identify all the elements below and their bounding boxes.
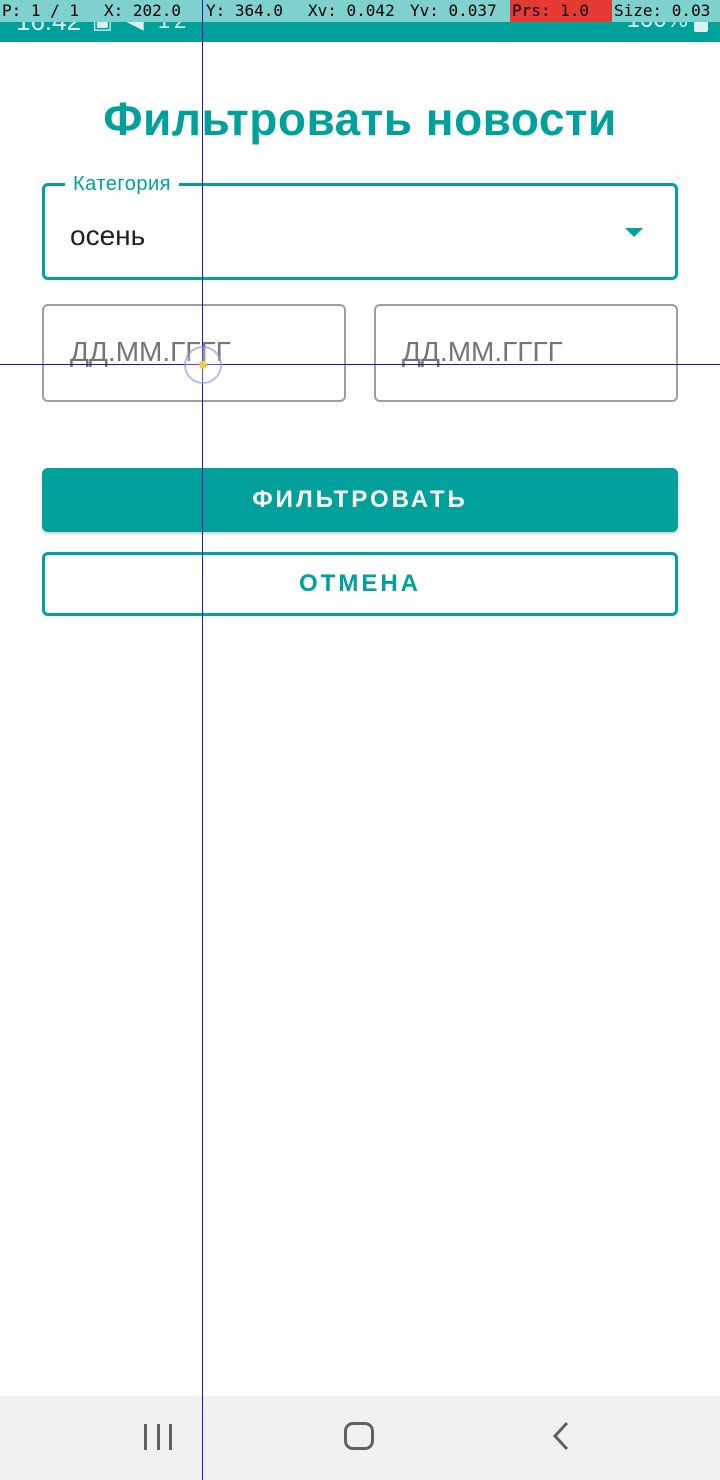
cancel-button[interactable]: ОТМЕНА bbox=[42, 552, 678, 616]
pointer-yv: Yv: 0.037 bbox=[408, 0, 510, 22]
pointer-x: X: 202.0 bbox=[102, 0, 204, 22]
navigation-bar bbox=[0, 1396, 720, 1480]
category-label: Категория bbox=[65, 174, 179, 194]
pointer-crosshair-vertical bbox=[202, 0, 203, 1480]
pointer-xv: Xv: 0.042 bbox=[306, 0, 408, 22]
dropdown-arrow-icon[interactable] bbox=[625, 228, 643, 237]
pointer-y: Y: 364.0 bbox=[204, 0, 306, 22]
home-icon[interactable] bbox=[344, 1422, 374, 1450]
recent-apps-icon[interactable] bbox=[144, 1424, 172, 1450]
page-title: Фильтровать новости bbox=[103, 93, 617, 145]
pointer-info-bar: P: 1 / 1 X: 202.0 Y: 364.0 Xv: 0.042 Yv:… bbox=[0, 0, 720, 22]
pointer-crosshair-horizontal bbox=[0, 364, 720, 365]
pointer-count: P: 1 / 1 bbox=[0, 0, 102, 22]
pointer-size: Size: 0.03 bbox=[612, 0, 720, 22]
filter-button[interactable]: ФИЛЬТРОВАТЬ bbox=[42, 468, 678, 532]
pointer-pressure: Prs: 1.0 bbox=[510, 0, 612, 22]
back-icon[interactable] bbox=[552, 1421, 570, 1451]
date-to-field[interactable] bbox=[374, 304, 678, 402]
category-select[interactable]: Категория осень bbox=[42, 174, 678, 280]
touch-indicator bbox=[184, 346, 222, 384]
category-value: осень bbox=[70, 220, 146, 251]
